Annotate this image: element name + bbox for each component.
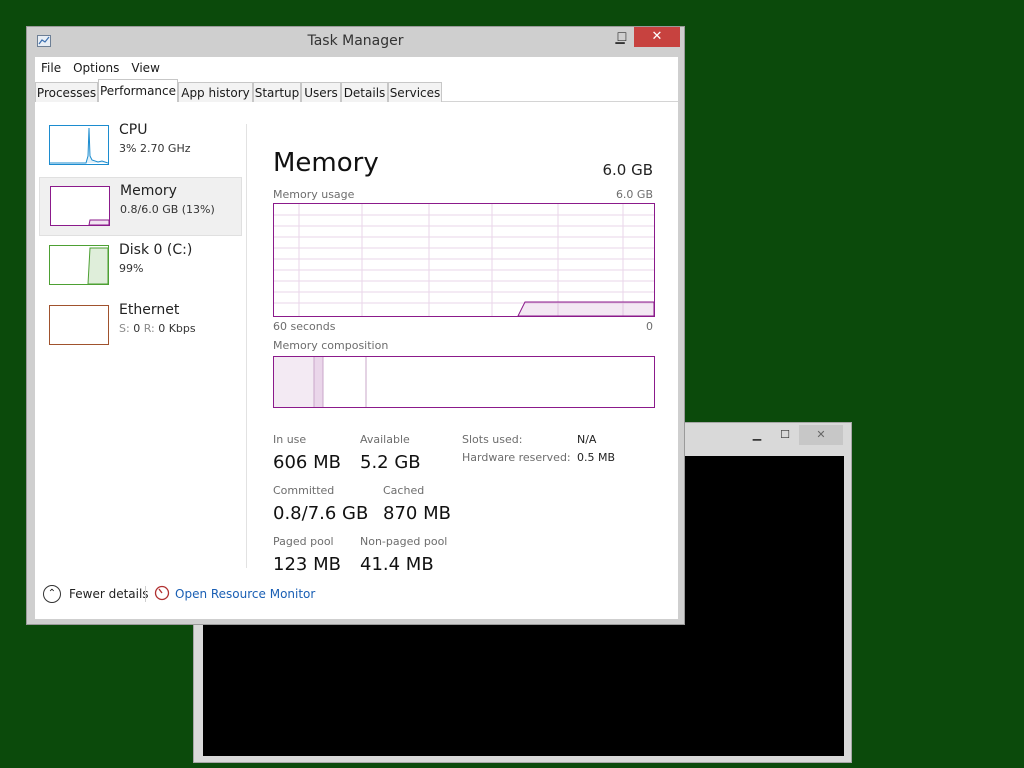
performance-panel: CPU 3% 2.70 GHz Memory 0.8/6.0 GB (13%) …: [35, 102, 678, 619]
slots-used-label: Slots used:: [462, 433, 523, 446]
tab-startup[interactable]: Startup: [253, 82, 301, 102]
sidebar-divider: [246, 124, 247, 568]
tab-processes[interactable]: Processes: [35, 82, 98, 102]
sidebar-item-cpu[interactable]: CPU 3% 2.70 GHz: [39, 117, 242, 176]
memory-usage-label: Memory usage: [273, 188, 355, 201]
paged-pool-value: 123 MB: [273, 554, 341, 575]
sidebar-item-label: Disk 0 (C:): [119, 242, 193, 258]
receive-label: R:: [143, 322, 155, 335]
menu-view[interactable]: View: [125, 61, 165, 75]
menu-file[interactable]: File: [35, 61, 67, 75]
chevron-up-icon[interactable]: ⌃: [43, 585, 61, 603]
footer-divider: [145, 586, 146, 602]
send-label: S:: [119, 322, 130, 335]
memory-usage-plot: [274, 204, 655, 317]
receive-value: 0 Kbps: [158, 322, 196, 335]
memory-usage-graph: [273, 203, 655, 317]
graph-time-right: 0: [646, 320, 653, 333]
page-title: Memory: [273, 148, 379, 178]
paged-pool-label: Paged pool: [273, 535, 334, 548]
sidebar-item-value: 99%: [119, 262, 144, 275]
console-minimize-button[interactable]: ▁: [743, 425, 771, 445]
available-value: 5.2 GB: [360, 452, 421, 473]
title-bar[interactable]: Task Manager ▁ ☐ ✕: [27, 27, 684, 57]
sidebar-item-value: S: 0 R: 0 Kbps: [119, 322, 196, 335]
hardware-reserved-label: Hardware reserved:: [462, 451, 571, 464]
cached-label: Cached: [383, 484, 425, 497]
sidebar-item-ethernet[interactable]: Ethernet S: 0 R: 0 Kbps: [39, 297, 242, 356]
cached-value: 870 MB: [383, 503, 451, 524]
cpu-thumbnail-line: [50, 127, 109, 164]
sidebar-item-memory[interactable]: Memory 0.8/6.0 GB (13%): [39, 177, 242, 236]
sidebar-item-value: 3% 2.70 GHz: [119, 142, 191, 155]
hardware-reserved-value: 0.5 MB: [577, 451, 616, 464]
sidebar-item-label: CPU: [119, 122, 148, 138]
tab-strip: Processes Performance App history Startu…: [35, 79, 678, 103]
open-resource-monitor-link[interactable]: Open Resource Monitor: [175, 587, 315, 601]
console-maximize-button[interactable]: ☐: [771, 425, 799, 445]
tab-users[interactable]: Users: [301, 82, 341, 102]
memory-thumbnail-line: [88, 219, 110, 226]
graph-time-left: 60 seconds: [273, 320, 336, 333]
sidebar-item-value: 0.8/6.0 GB (13%): [120, 203, 215, 216]
non-paged-pool-label: Non-paged pool: [360, 535, 448, 548]
memory-total: 6.0 GB: [602, 161, 653, 179]
ethernet-thumbnail-graph: [49, 305, 109, 345]
in-use-label: In use: [273, 433, 307, 446]
close-button[interactable]: ✕: [634, 27, 680, 47]
task-manager-window: Task Manager ▁ ☐ ✕ File Options View Pro…: [26, 26, 685, 625]
non-paged-pool-value: 41.4 MB: [360, 554, 434, 575]
window-title: Task Manager: [307, 33, 404, 49]
tab-services[interactable]: Services: [388, 82, 442, 102]
resource-monitor-icon: [154, 585, 170, 601]
menu-options[interactable]: Options: [67, 61, 125, 75]
console-close-button[interactable]: ✕: [799, 425, 843, 445]
memory-composition-plot: [274, 357, 367, 407]
memory-thumbnail-graph: [50, 186, 110, 226]
sidebar-item-label: Ethernet: [119, 302, 180, 318]
committed-label: Committed: [273, 484, 335, 497]
disk-thumbnail-line: [87, 247, 109, 285]
cpu-thumbnail-graph: [49, 125, 109, 165]
committed-value: 0.8/7.6 GB: [273, 503, 369, 524]
disk-thumbnail-graph: [49, 245, 109, 285]
memory-composition-bar: [273, 356, 655, 408]
maximize-button[interactable]: ☐: [609, 27, 635, 47]
memory-composition-label: Memory composition: [273, 339, 389, 352]
sidebar-item-disk[interactable]: Disk 0 (C:) 99%: [39, 237, 242, 296]
send-value: 0: [133, 322, 141, 335]
memory-usage-max: 6.0 GB: [615, 188, 653, 201]
tab-details[interactable]: Details: [341, 82, 388, 102]
fewer-details-button[interactable]: Fewer details: [69, 587, 149, 601]
console-window-controls: ▁ ☐ ✕: [743, 425, 843, 445]
available-label: Available: [360, 433, 410, 446]
sidebar-item-label: Memory: [120, 183, 177, 199]
tab-app-history[interactable]: App history: [178, 82, 253, 102]
menu-bar: File Options View: [35, 57, 678, 79]
in-use-value: 606 MB: [273, 452, 341, 473]
tab-performance[interactable]: Performance: [98, 79, 178, 103]
footer-bar: ⌃ Fewer details Open Resource Monitor: [35, 583, 678, 613]
slots-used-value: N/A: [577, 433, 597, 446]
